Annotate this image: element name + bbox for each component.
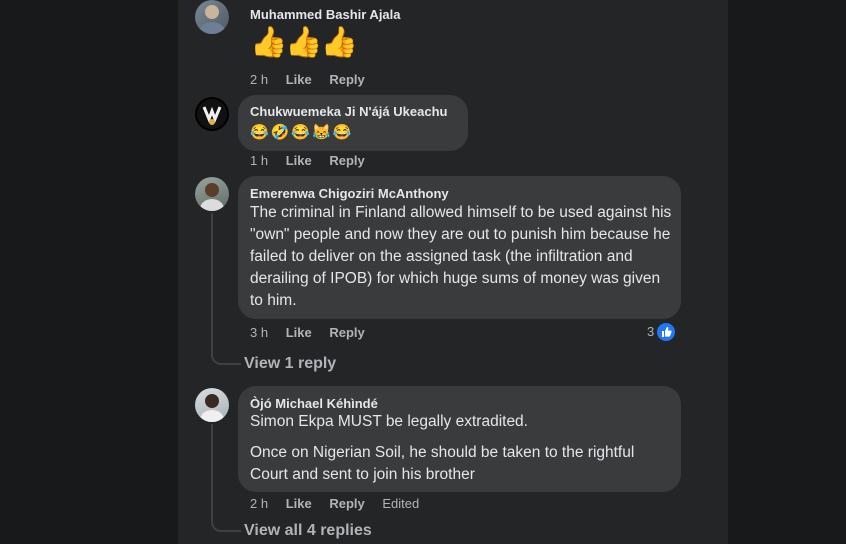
- like-button[interactable]: Like: [286, 153, 312, 168]
- comment-text: Once on Nigerian Soil, he should be take…: [250, 444, 635, 483]
- comment-author[interactable]: Òjó Michael Kéhìndé: [250, 396, 378, 412]
- thumbs-up-icon: [662, 327, 672, 337]
- reply-button[interactable]: Reply: [329, 325, 364, 340]
- comment-author[interactable]: Muhammed Bashir Ajala: [250, 7, 401, 23]
- comment-actions: 2 h Like Reply Edited: [250, 496, 433, 512]
- comment-actions: 1 h Like Reply: [250, 153, 379, 169]
- like-button[interactable]: Like: [286, 496, 312, 511]
- reaction-count[interactable]: 3: [647, 323, 654, 341]
- reply-button[interactable]: Reply: [329, 496, 364, 511]
- avatar[interactable]: [195, 0, 229, 34]
- comment-author[interactable]: Emerenwa Chigoziri McAnthony: [250, 186, 449, 202]
- like-reaction-badge[interactable]: [655, 321, 677, 343]
- edited-label: Edited: [382, 496, 420, 511]
- like-button[interactable]: Like: [286, 325, 312, 340]
- like-button[interactable]: Like: [286, 72, 312, 87]
- comments-panel: Muhammed Bashir Ajala 👍👍👍 2 h Like Reply…: [178, 0, 728, 544]
- timestamp[interactable]: 2 h: [250, 72, 268, 87]
- emoji-comment: 👍👍👍: [250, 26, 358, 59]
- comment-actions: 3 h Like Reply: [250, 325, 379, 341]
- comment-bubble: Chukwuemeka Ji N'ájá Ukeachu 😂🤣😂😹😂: [238, 95, 468, 151]
- user-avatar-icon: [200, 183, 224, 211]
- thread-connector: [211, 424, 241, 532]
- comment-bubble: Emerenwa Chigoziri McAnthony The crimina…: [238, 176, 681, 319]
- comment-bubble: Òjó Michael Kéhìndé Simon Ekpa MUST be l…: [238, 386, 681, 492]
- reply-button[interactable]: Reply: [329, 72, 364, 87]
- timestamp[interactable]: 1 h: [250, 153, 268, 168]
- view-replies-link[interactable]: View all 4 replies: [244, 521, 372, 541]
- user-avatar-icon: [200, 394, 224, 422]
- emoji-comment: 😂🤣😂😹😂: [250, 124, 354, 141]
- comment-actions: 2 h Like Reply: [250, 72, 379, 88]
- avatar[interactable]: [195, 177, 229, 211]
- thread-connector: [211, 213, 241, 365]
- timestamp[interactable]: 3 h: [250, 325, 268, 340]
- comment-text: The criminal in Finland allowed himself …: [250, 204, 672, 309]
- reply-button[interactable]: Reply: [329, 153, 364, 168]
- comment-author[interactable]: Chukwuemeka Ji N'ájá Ukeachu: [250, 104, 447, 120]
- timestamp[interactable]: 2 h: [250, 496, 268, 511]
- avatar[interactable]: [195, 97, 229, 131]
- avatar[interactable]: [195, 388, 229, 422]
- user-avatar-icon: [199, 5, 225, 34]
- user-avatar-icon: [197, 99, 227, 129]
- view-replies-link[interactable]: View 1 reply: [244, 354, 336, 374]
- comment-text: Simon Ekpa MUST be legally extradited.: [250, 413, 528, 430]
